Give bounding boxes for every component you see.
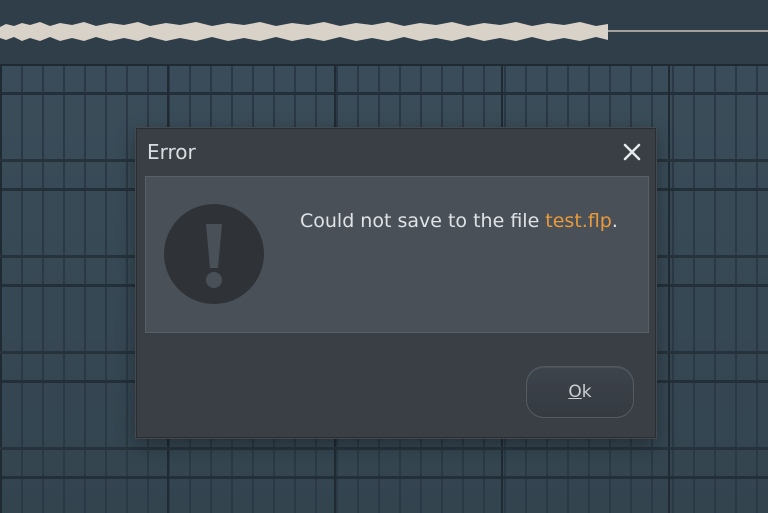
close-button[interactable]	[619, 139, 645, 165]
ok-label: k	[581, 382, 592, 402]
error-dialog: Error Could not save to the file test.fl…	[136, 128, 656, 438]
close-icon	[623, 143, 641, 161]
message-panel: Could not save to the file test.flp.	[145, 176, 649, 333]
message-text: Could not save to the file	[300, 210, 546, 232]
ok-mnemonic: O	[568, 382, 582, 402]
filename-text: test.flp	[545, 210, 612, 232]
ok-button[interactable]: Ok	[526, 366, 634, 418]
exclamation-icon	[164, 204, 264, 304]
dialog-title: Error	[147, 140, 196, 164]
error-message: Could not save to the file test.flp.	[300, 210, 618, 232]
waveform	[0, 22, 768, 41]
row-line	[0, 447, 768, 450]
dialog-title-bar[interactable]: Error	[137, 129, 655, 175]
message-suffix: .	[611, 210, 618, 232]
audio-clip[interactable]	[0, 0, 768, 66]
